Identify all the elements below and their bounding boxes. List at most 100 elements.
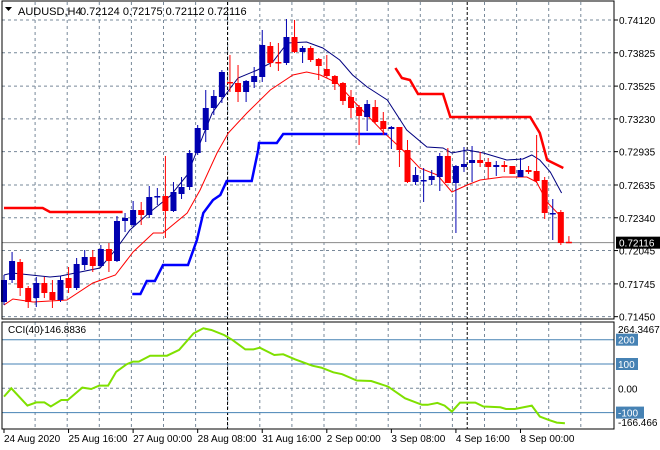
bearish-candle	[235, 65, 242, 102]
bullish-candle	[210, 90, 217, 115]
time-tick-label: 8 Sep 00:00	[520, 434, 574, 445]
cci-level-label: 100	[618, 360, 635, 371]
symbol-label: AUDUSD,H4	[18, 6, 82, 18]
candle-body	[517, 170, 524, 177]
candle-body	[65, 278, 72, 288]
bullish-candle	[517, 158, 524, 177]
candle-body	[291, 37, 298, 52]
cci-level-label: 200	[618, 336, 635, 347]
bearish-candle	[485, 158, 492, 179]
candle-body	[565, 241, 572, 244]
bullish-candle	[178, 177, 185, 199]
price-tick-label: 0.71450	[619, 313, 656, 324]
candle-body	[283, 37, 290, 63]
candle-body	[202, 108, 209, 130]
candle-body	[380, 121, 387, 129]
candle-body	[356, 107, 363, 116]
candle-body	[130, 210, 137, 225]
cci-min-label: -166.466	[618, 418, 658, 429]
price-chart[interactable]: 2001000.00-100264.3467-166.466 0.741200.…	[0, 0, 660, 450]
bearish-candle	[17, 259, 24, 296]
bearish-candle	[444, 148, 451, 183]
candle-body	[541, 180, 548, 213]
candle-body	[162, 196, 169, 211]
candle-body	[170, 192, 177, 211]
bullish-candle	[493, 161, 500, 176]
time-tick-label: 24 Aug 2020	[4, 434, 61, 445]
cci-level-label: 0.00	[618, 384, 638, 395]
bullish-candle	[146, 186, 153, 218]
cci-title: CCI(40)	[8, 325, 43, 336]
candle-body	[9, 261, 16, 280]
cci-current-value: -146.8836	[41, 325, 86, 336]
bullish-candle	[154, 188, 161, 205]
bullish-candle	[33, 277, 40, 307]
price-tick-label: 0.73825	[619, 49, 656, 60]
bearish-candle	[541, 177, 548, 219]
bullish-candle	[549, 199, 556, 240]
candle-body	[396, 127, 403, 150]
bearish-candle	[267, 42, 274, 67]
bearish-candle	[396, 127, 403, 167]
bearish-candle	[509, 166, 516, 174]
candle-body	[485, 162, 492, 167]
candle-body	[251, 76, 258, 82]
bullish-candle	[170, 182, 177, 212]
candle-body	[210, 96, 217, 108]
current-price-label: 0.72116	[619, 239, 655, 250]
bullish-candle	[122, 213, 129, 232]
candle-body	[460, 164, 467, 167]
candle-body	[243, 81, 250, 92]
bullish-candle	[364, 100, 371, 131]
time-tick-label: 27 Aug 00:00	[133, 434, 192, 445]
price-tick-label: 0.73230	[619, 115, 656, 126]
bullish-candle	[283, 19, 290, 65]
candle-body	[138, 210, 145, 215]
time-tick-label: 2 Sep 00:00	[327, 434, 381, 445]
candle-body	[307, 48, 314, 60]
candle-body	[105, 249, 112, 261]
cci-window[interactable]: 2001000.00-100264.3467-166.466	[2, 325, 660, 429]
bearish-candle	[380, 112, 387, 135]
candle-body	[178, 187, 185, 194]
bearish-candle	[565, 236, 572, 244]
bullish-candle	[130, 201, 137, 227]
candle-body	[73, 264, 80, 288]
candle-body	[509, 166, 516, 174]
candle-body	[146, 197, 153, 215]
bearish-candle	[105, 243, 112, 272]
bearish-candle	[323, 55, 330, 78]
bearish-candle	[557, 210, 564, 245]
candle-body	[348, 97, 355, 108]
bullish-candle	[243, 80, 250, 102]
bullish-candle	[259, 30, 266, 82]
bearish-candle	[307, 46, 314, 62]
bullish-candle	[420, 168, 427, 202]
bullish-candle	[73, 258, 80, 290]
candles	[1, 19, 572, 308]
candle-body	[388, 127, 395, 129]
price-tick-label: 0.72935	[619, 148, 656, 159]
bearish-candle	[477, 152, 484, 167]
candle-body	[477, 160, 484, 163]
candle-body	[81, 257, 88, 265]
red-stop-line-1	[4, 206, 123, 214]
collapse-triangle-icon[interactable]	[5, 7, 12, 11]
bearish-candle	[348, 90, 355, 118]
bullish-candle	[452, 165, 459, 233]
candle-body	[436, 156, 443, 177]
price-tick-label: 0.71745	[619, 280, 656, 291]
candle-body	[412, 175, 419, 182]
candle-body	[315, 59, 322, 66]
candle-body	[218, 72, 225, 97]
time-tick-label: 25 Aug 16:00	[69, 434, 128, 445]
candle-body	[89, 257, 96, 266]
candle-body	[41, 283, 48, 293]
bullish-candle	[299, 46, 306, 63]
bullish-candle	[186, 150, 193, 190]
candle-body	[331, 76, 338, 84]
bearish-candle	[331, 75, 338, 90]
bullish-candle	[194, 125, 201, 155]
time-tick-label: 31 Aug 16:00	[262, 434, 321, 445]
candle-body	[428, 176, 435, 180]
